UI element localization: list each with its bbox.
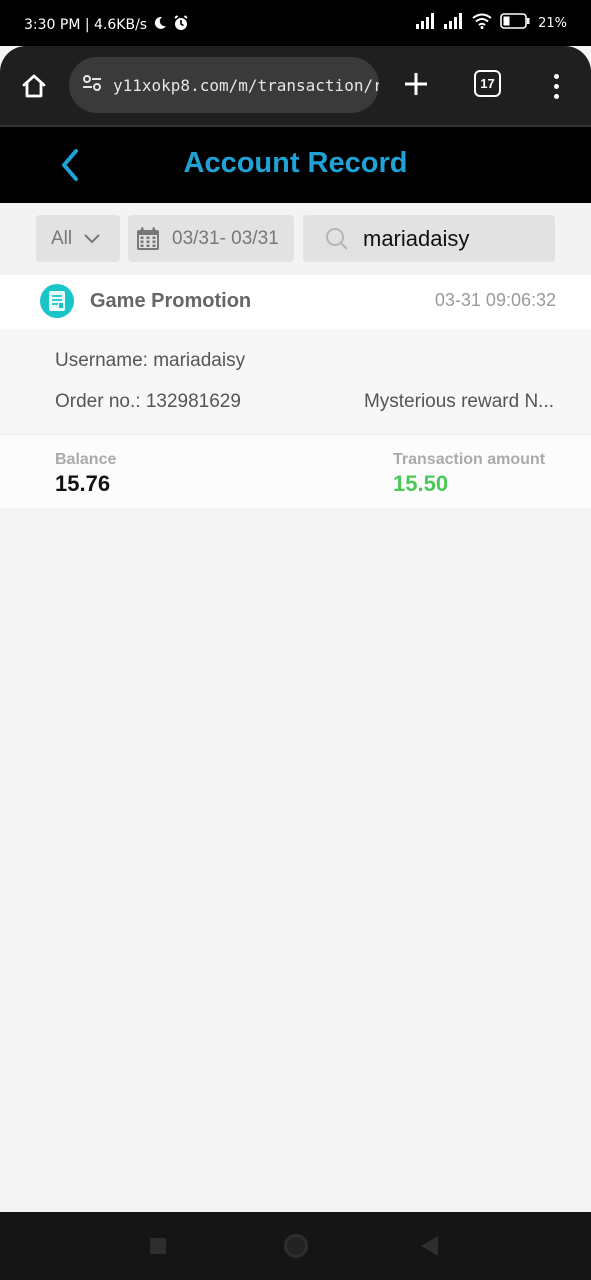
record-type: Game Promotion	[90, 290, 252, 312]
browser-toolbar: y11xokp8.com/m/transaction/r 17	[0, 46, 591, 125]
menu-dot	[553, 83, 559, 89]
status-time-speed: 3:30 PM | 4.6KB/s	[24, 17, 148, 33]
record-order-number: Order no.: 132981629	[55, 391, 241, 412]
menu-dot	[553, 93, 559, 99]
site-settings-icon[interactable]	[81, 72, 103, 99]
date-range-value: 03/31- 03/31	[172, 227, 279, 249]
filter-bar: All 03/31- 03/31 mariadaisy	[0, 203, 591, 275]
type-filter-value: All	[51, 227, 73, 249]
status-bar: 3:30 PM | 4.6KB/s 21%	[0, 0, 591, 46]
date-range-picker[interactable]: 03/31- 03/31	[128, 215, 294, 262]
address-bar[interactable]: y11xokp8.com/m/transaction/r	[69, 57, 379, 113]
signal-icon	[416, 13, 436, 33]
record-summary: Balance 15.76 Transaction amount 15.50	[0, 434, 591, 508]
status-left: 3:30 PM | 4.6KB/s	[24, 15, 189, 35]
empty-list-area	[0, 508, 591, 1212]
record-timestamp: 03-31 09:06:32	[434, 290, 556, 310]
chevron-down-icon	[84, 233, 100, 243]
url-text: y11xokp8.com/m/transaction/r	[113, 75, 379, 95]
home-icon	[22, 74, 46, 98]
type-filter-dropdown[interactable]: All	[36, 215, 120, 262]
menu-dot	[553, 73, 559, 79]
receipt-icon	[40, 284, 74, 318]
record-header[interactable]: Game Promotion 03-31 09:06:32	[0, 275, 591, 329]
record-details: Username: mariadaisy Order no.: 13298162…	[0, 329, 591, 434]
recents-button[interactable]	[150, 1238, 166, 1254]
search-value: mariadaisy	[363, 225, 470, 251]
search-icon	[326, 227, 348, 250]
system-nav-bar	[0, 1212, 591, 1280]
transaction-amount-label: Transaction amount	[393, 451, 546, 468]
app-header: Account Record	[0, 125, 591, 203]
alarm-icon	[173, 15, 189, 35]
back-nav-button[interactable]	[421, 1236, 438, 1256]
page-title: Account Record	[183, 147, 408, 179]
moon-icon	[153, 16, 167, 34]
wifi-icon	[472, 13, 492, 33]
menu-button[interactable]	[546, 66, 566, 106]
record-remark: Mysterious reward N...	[363, 391, 554, 412]
calendar-icon	[137, 227, 159, 250]
new-tab-button[interactable]	[396, 64, 436, 104]
status-right: 21%	[416, 13, 567, 33]
record-username: Username: mariadaisy	[55, 350, 246, 371]
plus-icon	[405, 73, 427, 95]
home-button[interactable]	[14, 66, 54, 106]
home-nav-button[interactable]	[284, 1234, 308, 1258]
battery-percent: 21%	[538, 15, 567, 31]
battery-icon	[500, 13, 530, 33]
balance-label: Balance	[55, 451, 117, 468]
tab-switcher-button[interactable]: 17	[474, 70, 501, 97]
signal-icon-2	[444, 13, 464, 33]
balance-value: 15.76	[55, 471, 111, 496]
search-input[interactable]: mariadaisy	[303, 215, 555, 262]
transaction-amount-value: 15.50	[393, 471, 449, 496]
